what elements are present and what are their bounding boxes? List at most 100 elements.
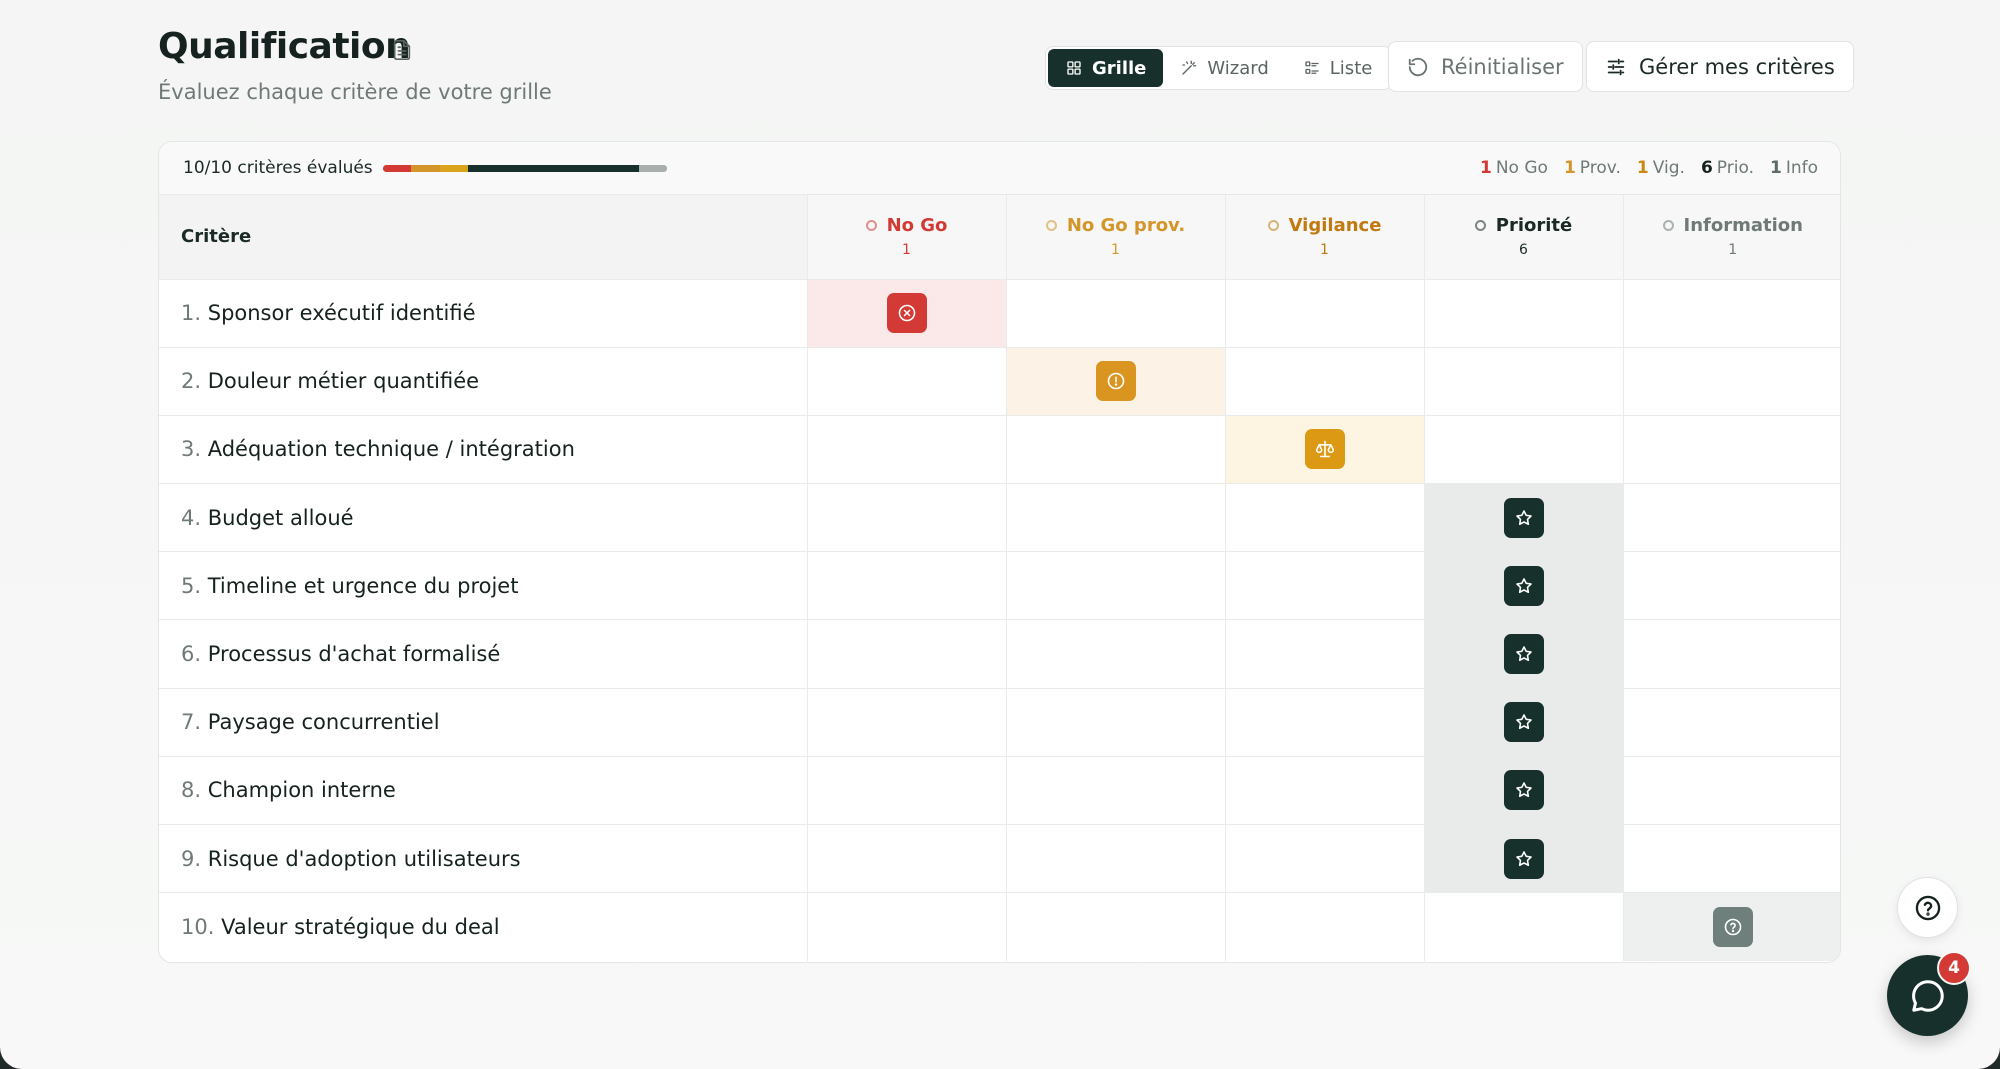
rating-cell[interactable]: [1006, 688, 1226, 757]
selected-rating-marker[interactable]: [1503, 770, 1544, 811]
rating-cell[interactable]: [1225, 892, 1425, 961]
rating-cell[interactable]: [1623, 619, 1840, 689]
chat-bubble-icon: [1911, 979, 1944, 1012]
rating-cell[interactable]: [1006, 483, 1226, 553]
selected-rating-marker[interactable]: [1503, 838, 1544, 879]
rating-cell[interactable]: [1424, 551, 1624, 621]
count-vig: 1 Vig.: [1636, 158, 1685, 178]
manage-criteria-button[interactable]: Gérer mes critères: [1586, 41, 1854, 92]
criterion-number: 7.: [181, 710, 202, 735]
criterion-name: 4. Budget alloué: [159, 483, 808, 553]
selected-rating-marker[interactable]: [1503, 565, 1544, 606]
selected-rating-marker[interactable]: [1503, 497, 1544, 538]
rating-cell[interactable]: [1424, 756, 1624, 826]
column-header-priorit: Priorité 6: [1424, 195, 1624, 280]
rating-cell[interactable]: [1006, 551, 1226, 621]
selected-rating-marker[interactable]: [1503, 702, 1544, 743]
selected-rating-marker[interactable]: [1503, 634, 1544, 675]
rating-cell[interactable]: [1225, 756, 1425, 826]
rating-cell[interactable]: [1424, 824, 1624, 894]
help-button[interactable]: [1897, 877, 1958, 938]
wand-icon: [1182, 60, 1197, 75]
rating-cell[interactable]: [1424, 347, 1624, 416]
count-prov: 1 Prov.: [1563, 158, 1621, 178]
rating-cell[interactable]: [1006, 892, 1226, 961]
rating-cell[interactable]: [807, 824, 1007, 894]
rating-cell[interactable]: [1225, 619, 1425, 689]
criterion-label: Douleur métier quantifiée: [207, 369, 480, 394]
view-label: Grille: [1092, 57, 1147, 79]
rating-cell[interactable]: [1225, 551, 1425, 621]
reset-button[interactable]: Réinitialiser: [1388, 41, 1583, 92]
star-icon: [1515, 509, 1532, 525]
rating-cell[interactable]: [1225, 483, 1425, 553]
star-icon: [1515, 782, 1532, 798]
rating-cell[interactable]: [1424, 619, 1624, 689]
table-row: 10. Valeur stratégique du deal: [159, 892, 1840, 961]
rating-cell[interactable]: [1424, 688, 1624, 757]
rating-cell[interactable]: [1623, 756, 1840, 826]
rating-cell[interactable]: [1225, 347, 1425, 416]
view-liste-button[interactable]: Liste: [1286, 49, 1390, 87]
rating-cell[interactable]: [1225, 415, 1425, 485]
qualification-grid-card: 10/10 critères évalués 1 No Go 1 Prov. 1 Vig.…: [158, 141, 1841, 963]
rating-cell[interactable]: [1424, 483, 1624, 553]
criterion-name: 3. Adéquation technique / intégration: [159, 415, 808, 485]
rating-cell[interactable]: [1225, 824, 1425, 894]
view-toggle: Grille Wizard Liste: [1045, 46, 1393, 90]
selected-rating-marker[interactable]: [886, 293, 927, 334]
table-row: 1. Sponsor exécutif identifié: [159, 279, 1840, 348]
rating-cell[interactable]: [1225, 688, 1425, 757]
grid-icon: [1067, 61, 1081, 75]
rating-cell[interactable]: [1006, 347, 1226, 416]
document-icon[interactable]: [391, 38, 413, 62]
table-row: 3. Adéquation technique / intégration: [159, 415, 1840, 485]
chat-notification-badge: 4: [1937, 951, 1971, 985]
criterion-name: 2. Douleur métier quantifiée: [159, 347, 808, 416]
view-wizard-button[interactable]: Wizard: [1163, 49, 1285, 87]
rating-cell[interactable]: [1623, 688, 1840, 757]
rating-cell[interactable]: [1006, 279, 1226, 348]
rating-cell[interactable]: [1623, 892, 1840, 961]
rating-cell[interactable]: [807, 688, 1007, 757]
rating-cell[interactable]: [1623, 347, 1840, 416]
rating-cell[interactable]: [1623, 415, 1840, 485]
rating-cell[interactable]: [1006, 824, 1226, 894]
criterion-label: Adéquation technique / intégration: [207, 437, 575, 462]
rating-cell[interactable]: [1006, 415, 1226, 485]
criterion-label: Paysage concurrentiel: [207, 710, 440, 735]
criterion-name: 8. Champion interne: [159, 756, 808, 826]
rating-cell[interactable]: [1424, 892, 1624, 961]
criterion-label: Timeline et urgence du projet: [207, 573, 519, 598]
page-subtitle: Évaluez chaque critère de votre grille: [158, 80, 552, 104]
rating-cell[interactable]: [807, 347, 1007, 416]
rating-cell[interactable]: [1424, 415, 1624, 485]
column-count: 1: [1320, 242, 1329, 259]
rating-cell[interactable]: [807, 551, 1007, 621]
rating-cell[interactable]: [807, 279, 1007, 348]
rating-cell[interactable]: [1623, 279, 1840, 348]
selected-rating-marker[interactable]: [1095, 361, 1136, 402]
rating-cell[interactable]: [1006, 619, 1226, 689]
rating-cell[interactable]: [807, 619, 1007, 689]
view-grille-button[interactable]: Grille: [1048, 49, 1164, 87]
column-label: No Go: [886, 215, 948, 237]
rating-cell[interactable]: [1006, 756, 1226, 826]
criterion-number: 2.: [181, 369, 202, 394]
rating-cell[interactable]: [1225, 279, 1425, 348]
table-row: 9. Risque d'adoption utilisateurs: [159, 824, 1840, 894]
rating-cell[interactable]: [1623, 551, 1840, 621]
rating-cell[interactable]: [807, 892, 1007, 961]
rating-cell[interactable]: [807, 483, 1007, 553]
criterion-number: 10.: [181, 915, 215, 940]
rating-cell[interactable]: [807, 756, 1007, 826]
rating-cell[interactable]: [807, 415, 1007, 485]
rating-cell[interactable]: [1424, 279, 1624, 348]
rating-cell[interactable]: [1623, 483, 1840, 553]
rating-cell[interactable]: [1623, 824, 1840, 894]
criterion-label: Champion interne: [207, 778, 396, 803]
column-count: 1: [902, 242, 911, 259]
selected-rating-marker[interactable]: [1712, 907, 1753, 948]
criterion-number: 8.: [181, 778, 202, 803]
selected-rating-marker[interactable]: [1304, 429, 1345, 470]
